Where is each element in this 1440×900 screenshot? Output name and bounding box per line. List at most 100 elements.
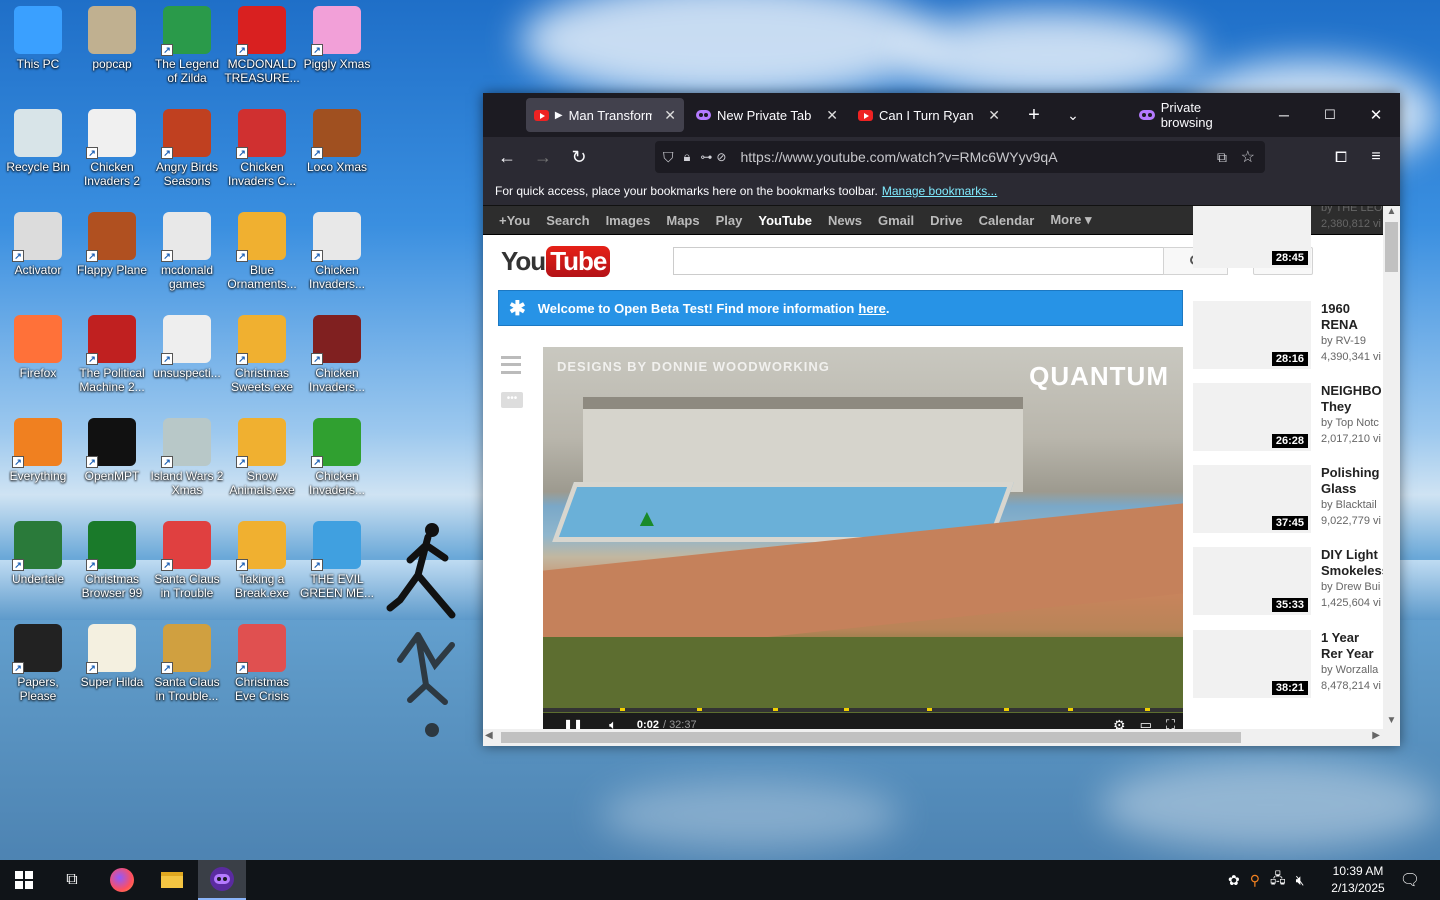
video-thumbnail[interactable]: 26:28 — [1193, 383, 1311, 451]
desktop-icon[interactable]: ↗ Chicken Invaders... — [299, 208, 375, 291]
desktop-icon[interactable]: Firefox — [0, 311, 76, 380]
taskbar-file-explorer[interactable] — [148, 860, 196, 900]
desktop-icon[interactable]: ↗ Taking a Break.exe — [224, 517, 300, 600]
desktop-icon[interactable]: ↗ Flappy Plane — [74, 208, 150, 277]
gbar-link[interactable]: +You — [499, 213, 530, 228]
tab-man-transforms[interactable]: ▶ Man Transforms I ✕ — [526, 98, 684, 132]
desktop-icon[interactable]: ↗ Santa Claus in Trouble... — [149, 620, 225, 703]
recommendation-item[interactable]: 28:16 1960 RENA RESTORAby RV-19 4,390,341 … — [1193, 301, 1383, 369]
desktop-icon[interactable]: ↗ Activator — [0, 208, 76, 277]
channel-name[interactable]: by Drew Bui — [1321, 579, 1383, 595]
desktop-icon[interactable]: ↗ OpenMPT — [74, 414, 150, 483]
desktop-icon[interactable]: ↗ Snow Animals.exe — [224, 414, 300, 497]
youtube-logo[interactable]: You Tube — [501, 246, 611, 277]
video-player[interactable]: DESIGNS BY DONNIE WOODWORKING QUANTUM ▲ … — [543, 347, 1183, 737]
minimize-button[interactable]: ─ — [1269, 93, 1299, 137]
gbar-link[interactable]: News — [828, 213, 862, 228]
recommendation-item[interactable]: 37:45 Polishing Glass by Blacktail 9,022,77… — [1193, 465, 1383, 533]
desktop-icon[interactable]: ↗ unsuspecti... — [149, 311, 225, 380]
video-frame[interactable]: DESIGNS BY DONNIE WOODWORKING QUANTUM ▲ — [543, 347, 1183, 717]
network-icon[interactable]: 🖧︎ — [1270, 868, 1286, 892]
channel-name[interactable]: by Top Notc — [1321, 415, 1383, 431]
gbar-link[interactable]: Images — [606, 213, 651, 228]
search-input[interactable] — [673, 247, 1165, 275]
channel-name[interactable]: by THE LEO — [1321, 206, 1383, 216]
desktop-icon[interactable]: ↗ Santa Claus in Trouble — [149, 517, 225, 600]
gbar-link[interactable]: Gmail — [878, 213, 914, 228]
gbar-link[interactable]: Play — [716, 213, 743, 228]
notification-center-button[interactable]: 🗨︎ — [1386, 860, 1434, 900]
lock-icon[interactable]: 🔒︎ — [684, 149, 691, 165]
gbar-link[interactable]: Drive — [930, 213, 963, 228]
desktop-icon[interactable]: ↗ Loco Xmas — [299, 105, 375, 174]
desktop-icon[interactable]: ↗ Everything — [0, 414, 76, 483]
close-tab-icon[interactable]: ✕ — [826, 107, 838, 124]
new-tab-button[interactable]: + — [1019, 93, 1049, 137]
scroll-down-arrow-icon[interactable]: ▼ — [1383, 715, 1400, 729]
recommendation-item[interactable]: 38:21 1 Year Rer Year Old Sby Worzalla 8,4… — [1193, 630, 1383, 698]
scroll-thumb-horizontal[interactable] — [501, 732, 1241, 743]
desktop-icon[interactable]: ↗ Papers, Please — [0, 620, 76, 703]
video-thumbnail[interactable]: 37:45 — [1193, 465, 1311, 533]
autoplay-blocked-icon[interactable]: ⊘ — [716, 150, 726, 164]
desktop-icon[interactable]: ↗ Piggly Xmas — [299, 2, 375, 71]
shield-icon[interactable]: ⛉ — [663, 149, 674, 166]
tab-new-private[interactable]: New Private Tab ✕ — [688, 98, 846, 132]
tray-search-icon[interactable]: ⚲ — [1250, 872, 1260, 889]
more-icon[interactable]: ••• — [501, 392, 523, 408]
desktop-icon[interactable]: ↗ Undertale — [0, 517, 76, 586]
desktop-icon[interactable]: ↗ Christmas Browser 99 — [74, 517, 150, 600]
start-button[interactable] — [0, 860, 48, 900]
manage-bookmarks-link[interactable]: Manage bookmarks... — [882, 184, 997, 198]
picture-in-picture-icon[interactable]: ⧉ — [1217, 149, 1227, 166]
desktop-icon[interactable]: ↗ The Political Machine 2... — [74, 311, 150, 394]
forward-arrow-icon[interactable]: → — [531, 145, 555, 169]
desktop-icon[interactable]: ↗ Island Wars 2 Xmas — [149, 414, 225, 497]
desktop-icon[interactable]: ↗ MCDONALD TREASURE... — [224, 2, 300, 85]
desktop-icon[interactable]: ↗ mcdonald games — [149, 208, 225, 291]
horizontal-scrollbar[interactable]: ◀ ▶ — [483, 729, 1400, 746]
desktop-icon[interactable]: ↗ Blue Ornaments... — [224, 208, 300, 291]
tray-app-icon[interactable]: ✿ — [1228, 872, 1240, 889]
guide-menu-icon[interactable] — [501, 356, 521, 374]
recommendation-item[interactable]: 26:28 NEIGHBO They Didnby Top Notc 2,017,2… — [1193, 383, 1383, 451]
video-thumbnail[interactable]: 38:21 — [1193, 630, 1311, 698]
desktop-icon[interactable]: This PC — [0, 2, 76, 71]
scroll-thumb[interactable] — [1385, 222, 1398, 272]
desktop-icon[interactable]: ↗ Chicken Invaders... — [299, 311, 375, 394]
video-title[interactable]: 1960 RENA RESTORA — [1321, 301, 1383, 333]
task-view-button[interactable]: ⧉ — [48, 860, 96, 900]
close-tab-icon[interactable]: ✕ — [988, 107, 1000, 124]
desktop-icon[interactable]: popcap — [74, 2, 150, 71]
desktop-icon[interactable]: ↗ Christmas Eve Crisis — [224, 620, 300, 703]
desktop-icon[interactable]: Recycle Bin — [0, 105, 76, 174]
recommendation-item[interactable]: 35:33 DIY Light Smokeless by Drew Bui 1,425… — [1193, 547, 1383, 615]
bookmark-star-icon[interactable]: ☆ — [1241, 147, 1255, 167]
channel-name[interactable]: by Worzalla — [1321, 662, 1383, 678]
maximize-button[interactable]: ☐ — [1315, 93, 1345, 137]
back-arrow-icon[interactable]: ← — [495, 145, 519, 169]
channel-name[interactable]: by RV-19 — [1321, 333, 1383, 349]
video-thumbnail[interactable]: 35:33 — [1193, 547, 1311, 615]
permissions-icon[interactable]: ⊶ — [700, 150, 712, 164]
gbar-link[interactable]: Maps — [666, 213, 699, 228]
video-thumbnail[interactable]: 28:45 — [1193, 206, 1311, 268]
desktop-icon[interactable]: ↗ Chicken Invaders C... — [224, 105, 300, 188]
desktop-icon[interactable]: ↗ The Legend of Zilda — [149, 2, 225, 85]
desktop-icon[interactable]: ↗ Chicken Invaders 2 — [74, 105, 150, 188]
gbar-link[interactable]: Search — [546, 213, 589, 228]
desktop-icon[interactable]: ↗ Super Hilda — [74, 620, 150, 689]
taskbar-private-browser[interactable] — [198, 860, 246, 900]
gbar-link[interactable]: More ▾ — [1050, 212, 1091, 228]
menu-hamburger-icon[interactable]: ≡ — [1364, 145, 1388, 169]
list-tabs-chevron-icon[interactable]: ⌄ — [1059, 93, 1087, 137]
gbar-link[interactable]: YouTube — [758, 213, 812, 228]
recommendation-item[interactable]: 28:45 by THE LEO 2,380,812 vi — [1193, 206, 1383, 268]
video-thumbnail[interactable]: 28:16 — [1193, 301, 1311, 369]
desktop-icon[interactable]: ↗ THE EVIL GREEN ME... — [299, 517, 375, 600]
reload-icon[interactable]: ↻ — [567, 145, 591, 169]
banner-link[interactable]: here — [858, 301, 885, 316]
url-bar[interactable]: ⛉ 🔒︎ ⊶ ⊘ https://www.youtube.com/watch?v… — [655, 141, 1265, 173]
scroll-left-arrow-icon[interactable]: ◀ — [485, 730, 493, 741]
extensions-icon[interactable]: ⧠ — [1329, 145, 1353, 169]
